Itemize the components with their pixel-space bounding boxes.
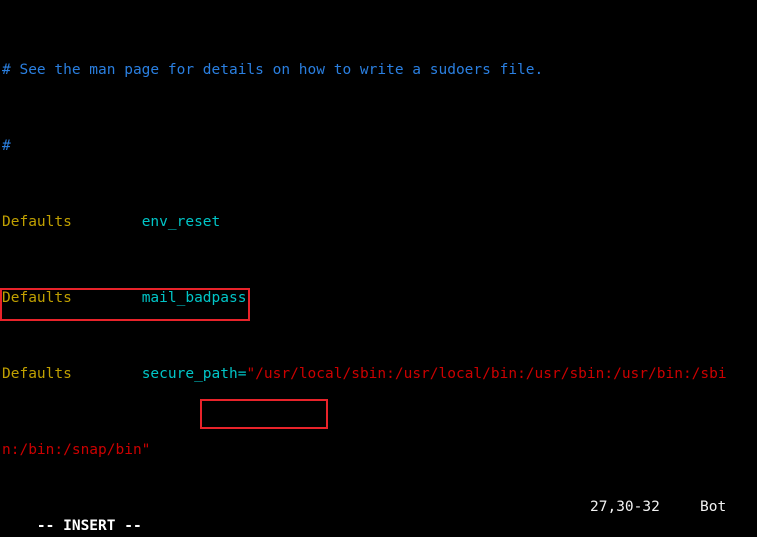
comment-text: # (2, 138, 11, 154)
secure-path-value: "/usr/local/sbin:/usr/local/bin:/usr/sbi… (246, 366, 727, 382)
buffer-line-5: Defaults secure_path="/usr/local/sbin:/u… (2, 365, 757, 384)
secure-path-option: secure_path= (141, 366, 247, 382)
scroll-position-indicator: Bot (700, 499, 727, 515)
cursor-position-indicator: 27,30-32 (590, 499, 660, 515)
vim-text-buffer[interactable]: # See the man page for details on how to… (2, 4, 757, 537)
vim-mode-indicator: -- INSERT -- (36, 518, 142, 534)
buffer-line-4: Defaults mail_badpass (2, 289, 757, 308)
defaults-option: mail_badpass (141, 290, 247, 306)
buffer-line-5-wrap: n:/bin:/snap/bin" (2, 441, 757, 460)
defaults-keyword: Defaults (2, 366, 72, 382)
comment-text: # See the man page for details on how to… (2, 62, 544, 78)
secure-path-value-wrap: n:/bin:/snap/bin" (2, 442, 151, 458)
buffer-line-1: # See the man page for details on how to… (2, 61, 757, 80)
buffer-line-3: Defaults env_reset (2, 213, 757, 232)
buffer-line-2: # (2, 137, 757, 156)
defaults-keyword: Defaults (2, 214, 72, 230)
terminal-window[interactable]: # See the man page for details on how to… (0, 0, 757, 537)
vim-status-line: -- INSERT -- 27,30-32 Bot (2, 498, 755, 534)
defaults-option: env_reset (141, 214, 221, 230)
defaults-keyword: Defaults (2, 290, 72, 306)
